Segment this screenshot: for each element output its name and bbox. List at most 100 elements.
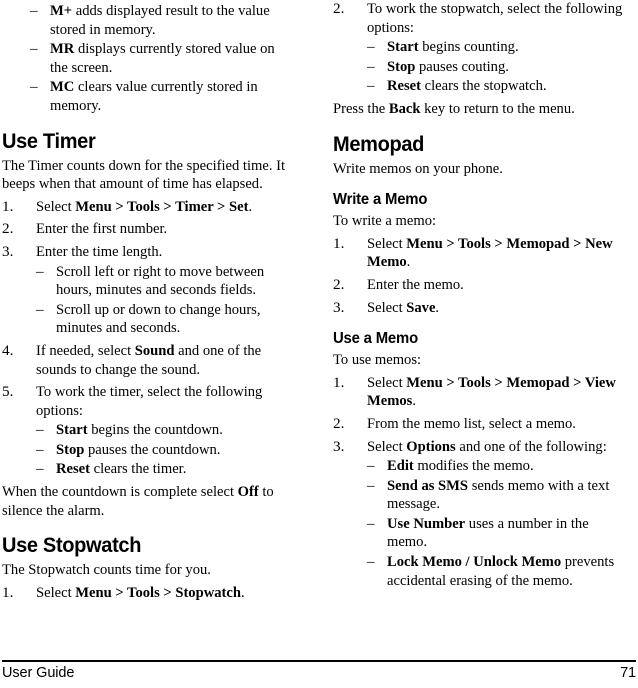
option-label: Send as SMS: [387, 476, 469, 494]
dash-bullet-icon: –: [36, 460, 44, 478]
option-label: Save: [406, 298, 436, 316]
option-label: Start: [387, 38, 419, 56]
step-text-pre: To work the stopwatch, select the follow…: [367, 0, 623, 36]
subsection-heading-write-a-memo: Write a Memo: [333, 191, 428, 209]
option-description: pauses the countdown.: [84, 440, 221, 458]
stopwatch-closing: Press the Back key to return to the menu…: [333, 100, 624, 119]
step-text: Enter the memo.: [367, 276, 625, 295]
step-text-pre: From the memo list, select a memo.: [367, 414, 576, 432]
list-item: – Use Number uses a number in the memo.: [367, 515, 636, 552]
list-item: – Stop pauses couting.: [367, 58, 636, 77]
step-text-post: .: [412, 392, 416, 410]
write-memo-steps: 1. Select Menu > Tools > Memopad > New M…: [333, 235, 636, 317]
dash-bullet-icon: –: [36, 300, 44, 318]
step-text-pre: Enter the first number.: [36, 220, 168, 238]
list-item-text: Stop pauses the countdown.: [56, 441, 295, 460]
list-item-text: Scroll left or right to move between hou…: [56, 263, 295, 300]
step-text: Select Menu > Tools > Timer > Set.: [36, 198, 294, 217]
step-text-pre: Select: [367, 234, 407, 252]
dash-bullet-icon: –: [367, 514, 375, 532]
dash-bullet-icon: –: [367, 38, 375, 56]
list-item-text: MR displays currently stored value on th…: [50, 40, 295, 77]
closing-post: key to return to the menu.: [420, 99, 575, 117]
section-heading-memopad: Memopad: [333, 131, 425, 156]
list-item: – Reset clears the timer.: [36, 460, 305, 479]
closing-pre: Press the: [333, 99, 389, 117]
option-description: begins the countdown.: [87, 421, 223, 439]
step-text: If needed, select Sound and one of the s…: [36, 342, 294, 379]
step-text-pre: Select: [367, 298, 407, 316]
step-sub-list: – Start begins counting. – Stop pauses c…: [367, 38, 636, 96]
step-number: 1.: [333, 234, 345, 252]
list-item: – Start begins counting.: [367, 38, 636, 57]
subsection-heading-use-a-memo: Use a Memo: [333, 330, 418, 348]
list-item: – Edit modifies the memo.: [367, 457, 636, 476]
term-description: adds displayed result to the value store…: [50, 2, 270, 38]
list-item: – Lock Memo / Unlock Memo prevents accid…: [367, 553, 636, 590]
step-number: 2.: [2, 220, 14, 238]
memopad-intro: Write memos on your phone.: [333, 159, 503, 177]
section-heading-use-stopwatch: Use Stopwatch: [2, 533, 142, 558]
step-number: 3.: [2, 242, 14, 260]
use-timer-intro: The Timer counts down for the specified …: [2, 156, 286, 193]
step-text: Select Menu > Tools > Memopad > New Memo…: [367, 235, 625, 272]
user-guide-page: – M+ adds displayed result to the value …: [0, 0, 638, 688]
step-text-post: .: [435, 298, 440, 316]
dash-bullet-icon: –: [30, 2, 38, 19]
list-item: – M+ adds displayed result to the value …: [30, 2, 305, 39]
step-text: Select Menu > Tools > Memopad > View Mem…: [367, 374, 625, 411]
list-item-text: Start begins counting.: [387, 38, 626, 57]
dash-bullet-icon: –: [30, 78, 38, 96]
list-item: 2. To work the stopwatch, select the fol…: [333, 0, 636, 96]
dash-bullet-icon: –: [367, 457, 375, 475]
step-text-pre: Enter the time length.: [36, 242, 163, 260]
step-text: Enter the first number.: [36, 220, 294, 239]
option-description: clears the timer.: [90, 460, 187, 478]
step-text: Select Options and one of the following:: [367, 438, 625, 457]
dash-bullet-icon: –: [36, 440, 44, 458]
term-label: MC: [50, 78, 75, 96]
term-label: MR: [50, 40, 75, 58]
use-stopwatch-steps-continued: 2. To work the stopwatch, select the fol…: [333, 0, 636, 96]
option-label: Stop: [56, 440, 85, 458]
use-memo-intro: To use memos:: [333, 351, 422, 369]
dash-bullet-icon: –: [30, 40, 38, 58]
step-number: 5.: [2, 383, 14, 401]
section-heading-use-timer: Use Timer: [2, 128, 96, 153]
right-column: 2. To work the stopwatch, select the fol…: [319, 0, 638, 655]
list-item-text: Lock Memo / Unlock Memo prevents acciden…: [387, 553, 626, 590]
list-item-text: MC clears value currently stored in memo…: [50, 78, 295, 115]
list-item: 2. Enter the first number.: [2, 220, 305, 239]
use-memo-steps: 1. Select Menu > Tools > Memopad > View …: [333, 374, 636, 591]
list-item: 2. Enter the memo.: [333, 276, 636, 295]
list-item-text: Edit modifies the memo.: [387, 457, 626, 476]
list-item: – Reset clears the stopwatch.: [367, 77, 636, 96]
option-label: Reset: [56, 460, 91, 478]
option-label: Edit: [387, 457, 414, 475]
list-item: – Start begins the countdown.: [36, 421, 305, 440]
step-number: 1.: [2, 197, 14, 215]
option-label: Stop: [387, 57, 416, 75]
write-memo-intro: To write a memo:: [333, 212, 437, 230]
sub-item-description: Scroll up or down to change hours, minut…: [56, 300, 261, 337]
option-label: Off: [237, 483, 259, 501]
step-text: From the memo list, select a memo.: [367, 415, 625, 434]
list-item: 1. Select Menu > Tools > Stopwatch.: [2, 584, 305, 603]
term-description: displays currently stored value on the s…: [50, 40, 275, 76]
step-number: 2.: [333, 0, 345, 17]
list-item-text: Scroll up or down to change hours, minut…: [56, 301, 295, 338]
step-number: 1.: [2, 583, 14, 601]
step-text: To work the stopwatch, select the follow…: [367, 0, 625, 37]
step-number: 2.: [333, 275, 345, 293]
menu-path: Sound: [134, 341, 175, 359]
step-sub-list: – Scroll left or right to move between h…: [36, 263, 305, 338]
option-description: modifies the memo.: [413, 457, 534, 475]
footer-page-number: 71: [620, 665, 636, 681]
option-label: Reset: [387, 77, 422, 95]
list-item-text: Start begins the countdown.: [56, 421, 295, 440]
step-text: Enter the time length.: [36, 243, 294, 262]
list-item: 1. Select Menu > Tools > Memopad > New M…: [333, 235, 636, 272]
list-item-text: Use Number uses a number in the memo.: [387, 515, 626, 552]
step-number: 3.: [333, 298, 345, 316]
list-item-text: M+ adds displayed result to the value st…: [50, 2, 295, 39]
